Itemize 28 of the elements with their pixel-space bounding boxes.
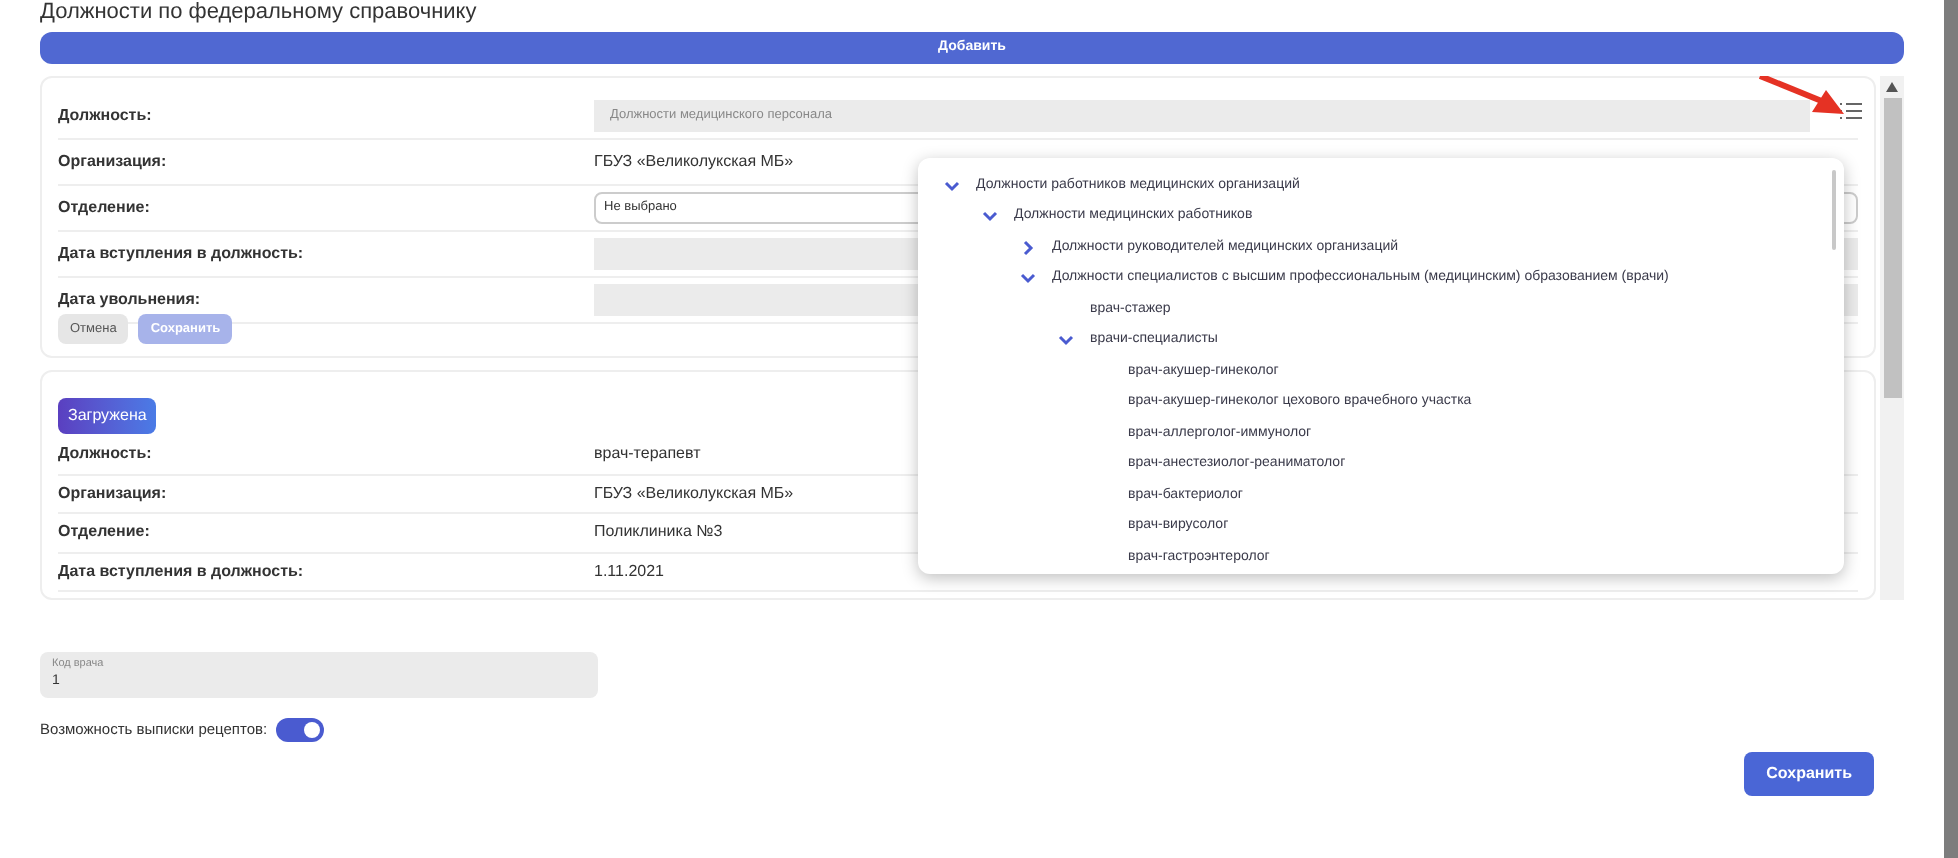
page-scrollbar[interactable] <box>1944 0 1958 858</box>
toggle-switch[interactable] <box>275 718 324 742</box>
field-label: Отделение: <box>58 520 152 545</box>
field-label: Дата увольнения: <box>58 288 203 312</box>
field-label: Дата вступления в должность: <box>58 242 306 266</box>
field-value: 1.11.2021 <box>594 559 664 584</box>
arrow-icon <box>1758 76 1846 118</box>
field-label: Должность: <box>58 442 154 467</box>
chevron-down-icon[interactable] <box>1058 332 1074 349</box>
save-button[interactable]: Сохранить <box>1744 752 1874 796</box>
page-title: Должности по федеральному справочнику <box>40 0 477 26</box>
chevron-down-icon[interactable] <box>1020 270 1036 287</box>
chevron-down-icon[interactable] <box>944 177 960 194</box>
field-value: ГБУЗ «Великолукская МБ» <box>594 481 794 506</box>
field-value: ГБУЗ «Великолукская МБ» <box>594 150 794 174</box>
scrollbar[interactable] <box>1880 76 1904 600</box>
chevron-down-icon[interactable] <box>982 208 998 225</box>
field-label: Организация: <box>58 150 169 174</box>
field-label: Отделение: <box>58 196 152 220</box>
field-value: врач-терапевт <box>594 442 701 467</box>
field-label: Организация: <box>58 481 169 506</box>
scroll-up-icon[interactable] <box>1886 82 1898 92</box>
chevron-right-icon[interactable] <box>1020 239 1036 256</box>
status-badge: Загружена <box>58 398 157 434</box>
field-value: Поликлиника №3 <box>594 520 723 545</box>
field-label: Должность: <box>58 104 154 128</box>
field-label: Дата вступления в должность: <box>58 559 306 584</box>
list-icon[interactable] <box>1840 102 1862 120</box>
